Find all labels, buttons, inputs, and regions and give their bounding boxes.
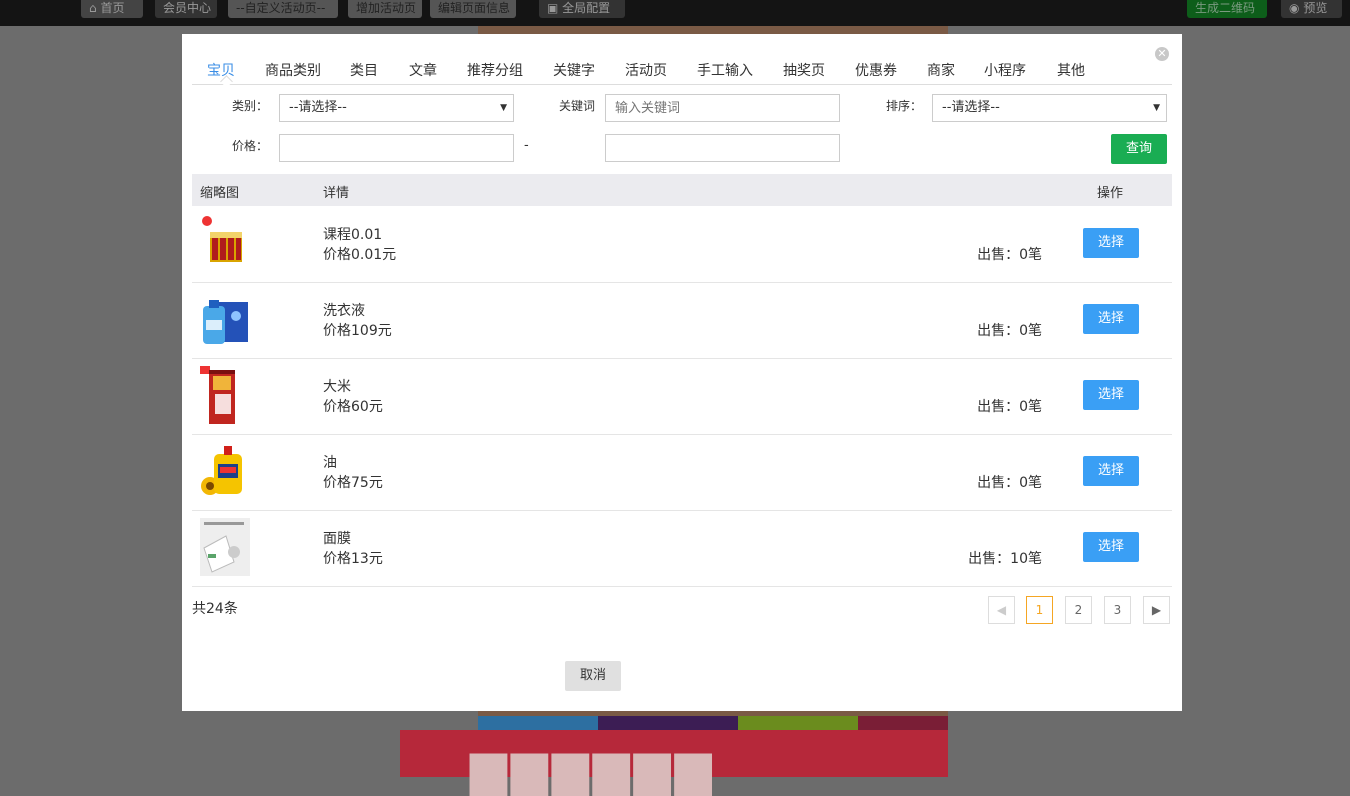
tab-article[interactable]: 文章 <box>409 60 437 80</box>
product-price: 价格0.01元 <box>323 247 397 263</box>
product-name: 油 <box>323 455 337 471</box>
home-icon: ⌂ <box>89 1 97 15</box>
caret-left-icon: ◀ <box>996 603 1007 617</box>
eye-icon: ◉ <box>1289 1 1300 15</box>
page-2-button[interactable]: 2 <box>1065 596 1092 624</box>
tab-merchant[interactable]: 商家 <box>927 60 955 80</box>
table-row: 洗衣液 价格109元 出售：0笔 选择 <box>192 282 1172 359</box>
total-count: 共24条 <box>192 601 238 617</box>
config-icon: ▣ <box>547 1 559 15</box>
drink-box-icon <box>200 214 250 272</box>
tab-bar: 宝贝 商品类别 类目 文章 推荐分组 关键字 活动页 手工输入 抽奖页 优惠券 … <box>192 58 1172 88</box>
face-mask-icon <box>200 518 250 576</box>
tab-lottery-page[interactable]: 抽奖页 <box>783 60 825 80</box>
next-page-button[interactable]: ▶ <box>1143 596 1170 624</box>
select-button[interactable]: 选择 <box>1083 532 1139 562</box>
table-row: 面膜 价格13元 出售：10笔 选择 <box>192 510 1172 587</box>
detergent-bottle-icon <box>200 290 250 348</box>
product-name: 大米 <box>323 379 351 395</box>
price-range-separator: - <box>524 138 529 153</box>
rice-bag-icon <box>200 366 250 424</box>
select-button[interactable]: 选择 <box>1083 456 1139 486</box>
promo-banner: ▆▆▆▆▆▆ <box>400 730 948 796</box>
product-name: 洗衣液 <box>323 303 365 319</box>
cancel-button[interactable]: 取消 <box>565 661 621 691</box>
product-sold: 出售：0笔 <box>977 475 1042 491</box>
table-row: 课程0.01 价格0.01元 出售：0笔 选择 <box>192 206 1172 283</box>
edit-page-info-button[interactable]: 编辑页面信息 <box>430 0 516 18</box>
generate-qr-button[interactable]: 生成二维码 <box>1187 0 1267 18</box>
tab-product-category[interactable]: 商品类别 <box>265 60 321 80</box>
tab-activity-page[interactable]: 活动页 <box>625 60 667 80</box>
header-action: 操作 <box>1097 186 1124 201</box>
table-row: 大米 价格60元 出售：0笔 选择 <box>192 358 1172 435</box>
tab-mini-program[interactable]: 小程序 <box>984 60 1026 80</box>
add-activity-button[interactable]: 增加活动页 <box>348 0 422 18</box>
table-header: 缩略图 详情 操作 <box>192 174 1172 206</box>
select-button[interactable]: 选择 <box>1083 304 1139 334</box>
member-center-button[interactable]: 会员中心 <box>155 0 217 18</box>
tab-manual-input[interactable]: 手工输入 <box>697 60 753 80</box>
product-price: 价格13元 <box>323 551 383 567</box>
product-price: 价格75元 <box>323 475 383 491</box>
tab-coupon[interactable]: 优惠券 <box>855 60 897 80</box>
header-detail: 详情 <box>323 186 350 201</box>
prev-page-button[interactable]: ◀ <box>988 596 1015 624</box>
tab-keyword[interactable]: 关键字 <box>553 60 595 80</box>
caret-right-icon: ▶ <box>1151 603 1162 617</box>
link-select-dialog: ✕ 宝贝 商品类别 类目 文章 推荐分组 关键字 活动页 手工输入 抽奖页 优惠… <box>182 34 1182 711</box>
dropdown-arrow-icon: ▼ <box>500 103 507 113</box>
category-label: 类别： <box>232 99 269 113</box>
product-sold: 出售：0笔 <box>977 247 1042 263</box>
product-sold: 出售：10笔 <box>968 551 1042 567</box>
global-config-button[interactable]: ▣ 全局配置 <box>539 0 625 18</box>
select-button[interactable]: 选择 <box>1083 228 1139 258</box>
product-sold: 出售：0笔 <box>977 323 1042 339</box>
page-1-button[interactable]: 1 <box>1026 596 1053 624</box>
keyword-input[interactable] <box>605 94 840 122</box>
sort-label: 排序： <box>886 99 923 113</box>
product-sold: 出售：0笔 <box>977 399 1042 415</box>
sort-select[interactable]: --请选择-- ▼ <box>932 94 1167 122</box>
top-toolbar: ⌂ 首页 会员中心 --自定义活动页-- 增加活动页 编辑页面信息 ▣ 全局配置… <box>0 0 1350 26</box>
oil-bottle-icon <box>200 442 250 500</box>
custom-activity-select[interactable]: --自定义活动页-- <box>228 0 338 18</box>
price-min-input[interactable] <box>279 134 514 162</box>
dropdown-arrow-icon: ▼ <box>1153 103 1160 113</box>
product-name: 课程0.01 <box>323 227 383 243</box>
preview-button[interactable]: ◉ 预览 <box>1281 0 1342 18</box>
product-price: 价格60元 <box>323 399 383 415</box>
product-price: 价格109元 <box>323 323 392 339</box>
table-row: 油 价格75元 出售：0笔 选择 <box>192 434 1172 511</box>
select-button[interactable]: 选择 <box>1083 380 1139 410</box>
price-label: 价格： <box>232 139 269 153</box>
tab-category[interactable]: 类目 <box>350 60 378 80</box>
category-select[interactable]: --请选择-- ▼ <box>279 94 514 122</box>
tab-recommend-group[interactable]: 推荐分组 <box>467 60 523 80</box>
home-button[interactable]: ⌂ 首页 <box>81 0 143 18</box>
tab-other[interactable]: 其他 <box>1057 60 1085 80</box>
query-button[interactable]: 查询 <box>1111 134 1167 164</box>
header-thumbnail: 缩略图 <box>200 186 240 201</box>
price-max-input[interactable] <box>605 134 840 162</box>
keyword-label: 关键词 <box>559 99 596 113</box>
tab-baobei[interactable]: 宝贝 <box>207 60 235 80</box>
page-3-button[interactable]: 3 <box>1104 596 1131 624</box>
product-name: 面膜 <box>323 531 351 547</box>
